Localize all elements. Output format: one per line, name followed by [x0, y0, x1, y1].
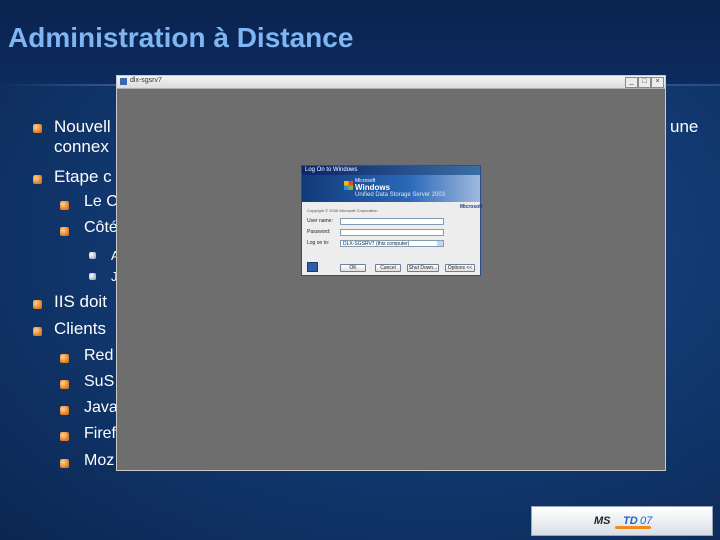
bullet-icon: [89, 273, 96, 280]
bullet-icon: [33, 327, 42, 336]
bullet-icon: [60, 406, 69, 415]
mstd-logo: MS TD 07: [531, 506, 713, 536]
chevron-down-icon: [437, 241, 443, 246]
cancel-button[interactable]: Cancel: [375, 264, 401, 272]
logon-to-label: Log on to:: [307, 240, 330, 246]
bullet-icon: [33, 300, 42, 309]
minimize-button[interactable]: _: [625, 77, 638, 88]
bullet-text: Firef: [84, 425, 116, 442]
bullet-icon: [60, 227, 69, 236]
logon-to-select[interactable]: DLX-SGSRV7 (this computer): [340, 240, 444, 247]
bullet-text: Etape c: [54, 167, 112, 186]
bullet-text: une: [670, 117, 699, 136]
close-button[interactable]: ×: [651, 77, 664, 88]
logo-ms: MS: [594, 515, 611, 527]
login-dialog-title: Log On to Windows: [302, 166, 480, 175]
remote-desktop-icon: [120, 78, 127, 85]
logo-swoosh: [615, 526, 651, 529]
brand-product: Unified Data Storage Server 2003: [355, 192, 446, 198]
bullet-text: IIS doit: [54, 292, 107, 311]
maximize-button[interactable]: □: [638, 77, 651, 88]
keyboard-language-icon[interactable]: [307, 262, 318, 272]
bullet-icon: [60, 201, 69, 210]
bullet-icon: [60, 432, 69, 441]
bullet-text: connex: [54, 137, 109, 156]
bullet-text: Clients: [54, 319, 106, 338]
password-field[interactable]: [340, 229, 444, 236]
bullet-text: Java: [84, 399, 118, 416]
ok-button[interactable]: OK: [340, 264, 366, 272]
user-name-label: User name:: [307, 218, 333, 224]
bullet-text: Le C: [84, 193, 118, 210]
remote-desktop-titlebar[interactable]: dlx-sgsrv7 _ □ ×: [117, 76, 665, 89]
bullet-icon: [60, 354, 69, 363]
bullet-text: Moz: [84, 452, 115, 469]
user-name-field[interactable]: [340, 218, 444, 225]
bullet-text: Nouvell: [54, 117, 111, 136]
bullet-text: Côté: [84, 219, 118, 236]
bullet-icon: [60, 459, 69, 468]
login-dialog[interactable]: Log On to Windows Microsoft Windows Unif…: [301, 165, 483, 276]
windows-flag-icon: [344, 181, 353, 190]
bullet-icon: [33, 124, 42, 133]
logon-to-value: DLX-SGSRV7 (this computer): [343, 241, 410, 247]
bullet-icon: [60, 380, 69, 389]
shutdown-button[interactable]: Shut Down...: [407, 264, 439, 272]
remote-desktop-title: dlx-sgsrv7: [130, 77, 162, 84]
bullet-text: SuS: [84, 373, 115, 390]
copyright-text: Copyright © 2006 Microsoft Corporation: [307, 208, 378, 213]
brand-windows: Windows: [355, 183, 391, 192]
password-label: Password:: [307, 229, 331, 235]
bullet-text: Red: [84, 347, 114, 364]
bullet-icon: [89, 252, 96, 259]
bullet-icon: [33, 175, 42, 184]
microsoft-logo: Microsoft: [460, 204, 483, 210]
options-button[interactable]: Options <<: [445, 264, 475, 272]
